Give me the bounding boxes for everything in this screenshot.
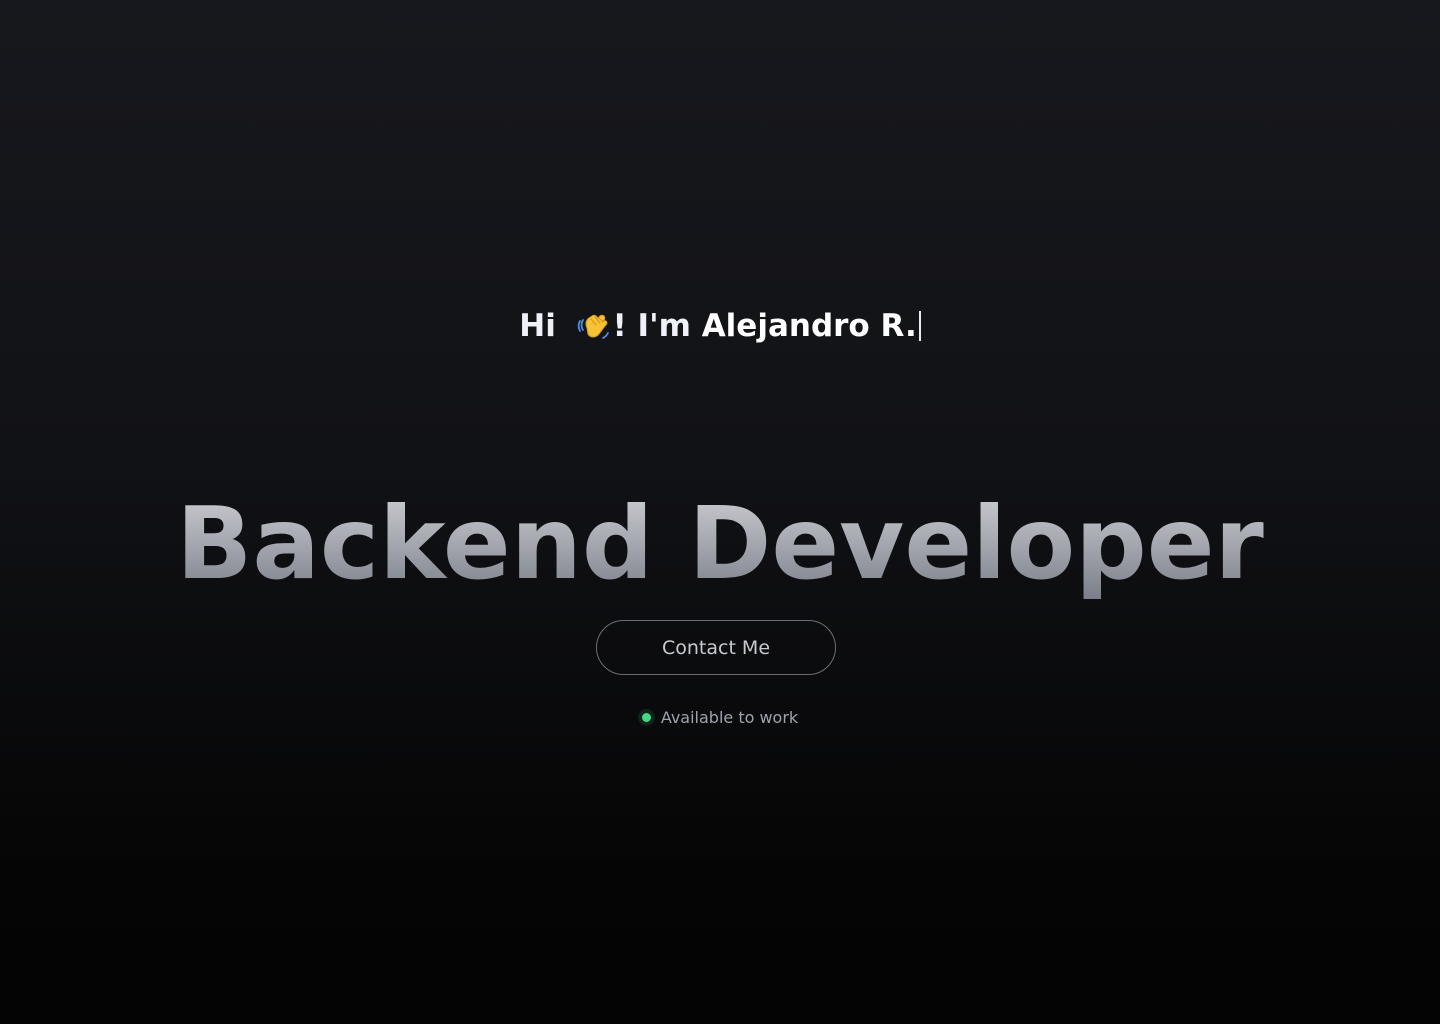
availability-status: Available to work (0, 708, 1440, 727)
developer-name: Alejandro R. (701, 307, 917, 344)
page-title: Backend Developer (0, 485, 1440, 603)
greeting-prefix: Hi (519, 307, 556, 344)
contact-me-button[interactable]: Contact Me (596, 620, 836, 675)
status-text: Available to work (660, 708, 799, 727)
greeting-suffix: ! I'm (612, 307, 691, 344)
status-dot-icon (641, 713, 651, 722)
waving-hand-icon (577, 308, 611, 342)
greeting: Hi ! I'm Alejandro R. (0, 306, 1440, 346)
typing-cursor (918, 310, 921, 341)
hero-section: Hi ! I'm Alejandro R. Backend Developer … (0, 0, 1440, 1024)
